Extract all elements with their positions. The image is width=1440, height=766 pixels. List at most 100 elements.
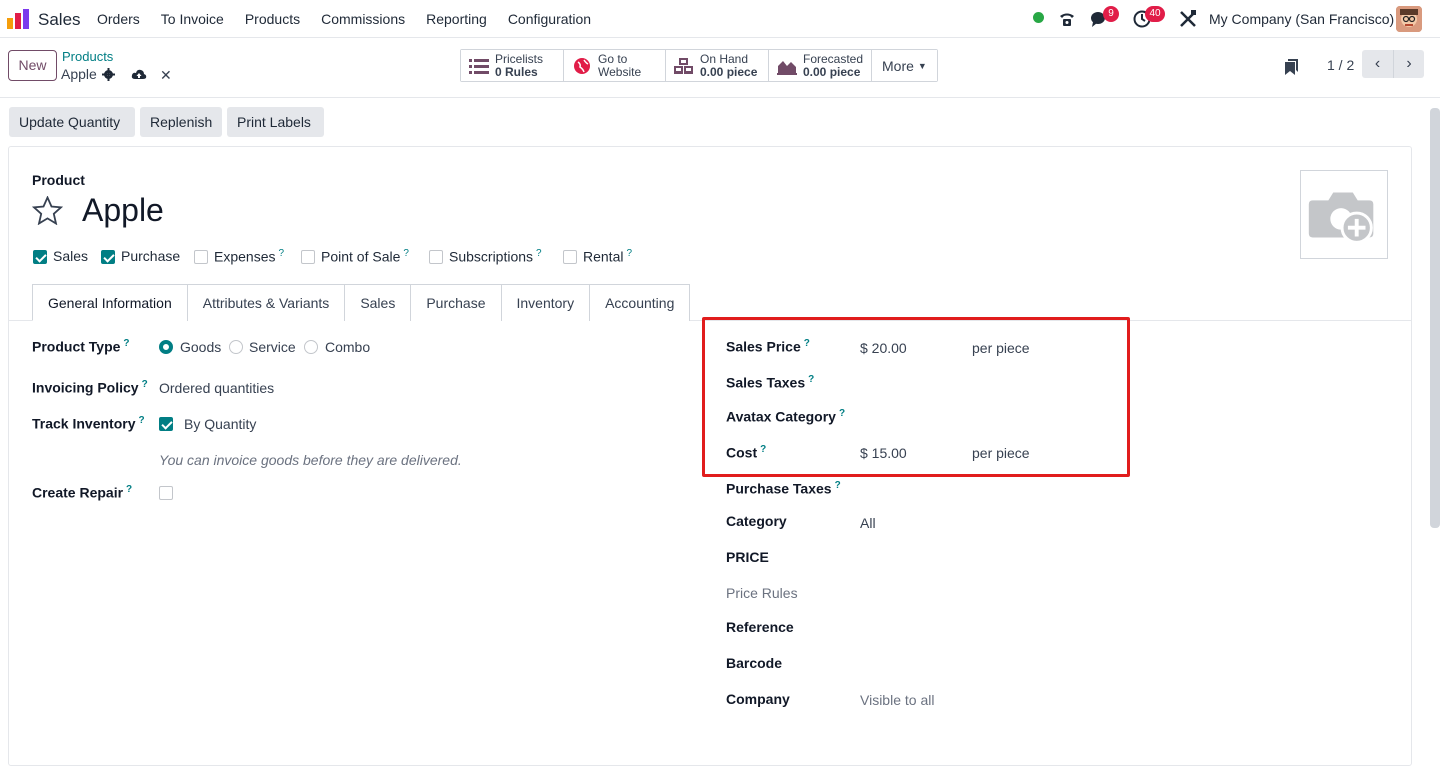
subscriptions-checkbox-label: Subscriptions? (449, 248, 542, 265)
forecasted-smart-button[interactable]: Forecasted 0.00 piece (769, 50, 872, 81)
price-rules-link[interactable]: Price Rules (726, 585, 798, 601)
menu-configuration[interactable]: Configuration (508, 11, 591, 27)
sales-checkbox[interactable] (33, 250, 47, 264)
product-type-service-radio[interactable] (229, 340, 243, 354)
update-quantity-button[interactable]: Update Quantity (9, 107, 135, 137)
help-icon: ? (803, 338, 810, 349)
tab-attributes-variants[interactable]: Attributes & Variants (186, 284, 346, 321)
track-inventory-select[interactable]: By Quantity (184, 416, 256, 432)
purchase-taxes-label: Purchase Taxes? (726, 480, 841, 497)
vertical-scrollbar[interactable] (1430, 108, 1440, 528)
help-icon: ? (123, 338, 130, 349)
status-dot-icon (1033, 12, 1044, 23)
menu-to-invoice[interactable]: To Invoice (161, 11, 224, 27)
cost-label: Cost? (726, 444, 767, 461)
phone-icon[interactable] (1058, 10, 1076, 28)
star-icon[interactable] (32, 196, 63, 225)
menu-commissions[interactable]: Commissions (321, 11, 405, 27)
rental-checkbox-label: Rental? (583, 248, 633, 265)
barcode-label: Barcode (726, 655, 783, 671)
company-select[interactable]: Visible to all (860, 692, 934, 708)
menu-orders[interactable]: Orders (97, 11, 140, 27)
category-select[interactable]: All (860, 515, 876, 531)
reference-label: Reference (726, 619, 794, 635)
pager-previous-button[interactable]: ‹ (1362, 50, 1393, 78)
sales-checkbox-label: Sales (53, 248, 89, 264)
chevron-left-icon: ‹ (1374, 55, 1381, 72)
create-repair-checkbox[interactable] (159, 486, 173, 500)
control-panel: New Products Apple ✕ Pricelists 0 Rules (0, 38, 1440, 98)
replenish-button[interactable]: Replenish (140, 107, 222, 137)
tab-sales[interactable]: Sales (344, 284, 412, 321)
camera-plus-icon (1308, 192, 1374, 244)
pricelists-smart-button[interactable]: Pricelists 0 Rules (461, 50, 564, 81)
user-avatar[interactable] (1396, 6, 1422, 32)
cost-unit: per piece (972, 445, 1030, 461)
activity-count-badge: 40 (1145, 6, 1165, 22)
invoicing-policy-label: Invoicing Policy? (32, 379, 148, 396)
tab-general-information[interactable]: General Information (32, 284, 188, 321)
service-label: Service (249, 339, 296, 355)
caret-down-icon: ▼ (917, 60, 927, 71)
help-icon: ? (138, 415, 145, 426)
tab-accounting[interactable]: Accounting (589, 284, 691, 321)
discard-icon[interactable]: ✕ (160, 67, 172, 84)
avatax-category-label: Avatax Category? (726, 408, 846, 425)
gear-icon[interactable] (102, 68, 115, 81)
breadcrumb-products[interactable]: Products (62, 49, 113, 64)
purchase-checkbox[interactable] (101, 250, 115, 264)
go-to-website-smart-button[interactable]: Go to Website (564, 50, 666, 81)
price-section-heading: PRICE (726, 549, 769, 565)
track-inventory-checkbox[interactable] (159, 417, 173, 431)
stat-value: 0 Rules (495, 64, 538, 79)
cost-input[interactable]: $ 15.00 (860, 445, 907, 461)
product-label: Product (32, 172, 85, 188)
new-button[interactable]: New (8, 50, 57, 81)
invoicing-policy-select[interactable]: Ordered quantities (159, 380, 274, 396)
more-dropdown-button[interactable]: More ▼ (872, 50, 937, 81)
company-label: Company (726, 691, 790, 707)
product-name-field[interactable]: Apple (82, 192, 164, 229)
sales-price-input[interactable]: $ 20.00 (860, 340, 907, 356)
expenses-checkbox-label: Expenses? (214, 248, 285, 265)
help-icon: ? (126, 484, 133, 495)
main-menu: Orders To Invoice Products Commissions R… (97, 11, 612, 27)
on-hand-smart-button[interactable]: On Hand 0.00 piece (666, 50, 769, 81)
pager-next-button[interactable]: › (1393, 50, 1424, 78)
form-tabs: General Information Attributes & Variant… (32, 284, 691, 321)
help-icon: ? (141, 379, 148, 390)
subscriptions-checkbox[interactable] (429, 250, 443, 264)
menu-products[interactable]: Products (245, 11, 300, 27)
area-chart-icon (777, 60, 797, 75)
more-label: More (882, 57, 914, 74)
help-icon: ? (760, 444, 767, 455)
point-of-sale-checkbox-label: Point of Sale? (321, 248, 409, 265)
stat-label: Pricelists (495, 51, 544, 66)
menu-reporting[interactable]: Reporting (426, 11, 487, 27)
company-switcher[interactable]: My Company (San Francisco) (1209, 11, 1394, 27)
help-icon: ? (536, 248, 542, 259)
bookmark-icon[interactable] (1285, 59, 1299, 75)
sales-app-icon[interactable] (7, 9, 29, 29)
stat-label: Forecasted (803, 51, 864, 66)
track-inventory-label: Track Inventory? (32, 415, 145, 432)
tab-purchase[interactable]: Purchase (410, 284, 502, 321)
rental-checkbox[interactable] (563, 250, 577, 264)
expenses-checkbox[interactable] (194, 250, 208, 264)
product-type-goods-radio[interactable] (159, 340, 173, 354)
invoice-hint-text: You can invoice goods before they are de… (159, 452, 462, 468)
print-labels-button[interactable]: Print Labels (227, 107, 324, 137)
help-icon: ? (626, 248, 633, 259)
cloud-upload-icon[interactable] (131, 68, 147, 80)
point-of-sale-checkbox[interactable] (301, 250, 315, 264)
tab-inventory[interactable]: Inventory (500, 284, 591, 321)
stat-label: Go to (598, 51, 628, 66)
product-image-upload[interactable] (1300, 170, 1388, 259)
pager-value[interactable]: 1 / 2 (1327, 57, 1354, 73)
tools-icon[interactable] (1179, 10, 1197, 28)
app-name[interactable]: Sales (38, 10, 81, 30)
help-icon: ? (838, 408, 846, 419)
product-type-combo-radio[interactable] (304, 340, 318, 354)
stat-value: 0.00 piece (700, 64, 758, 79)
stat-value: 0.00 piece (803, 64, 861, 79)
